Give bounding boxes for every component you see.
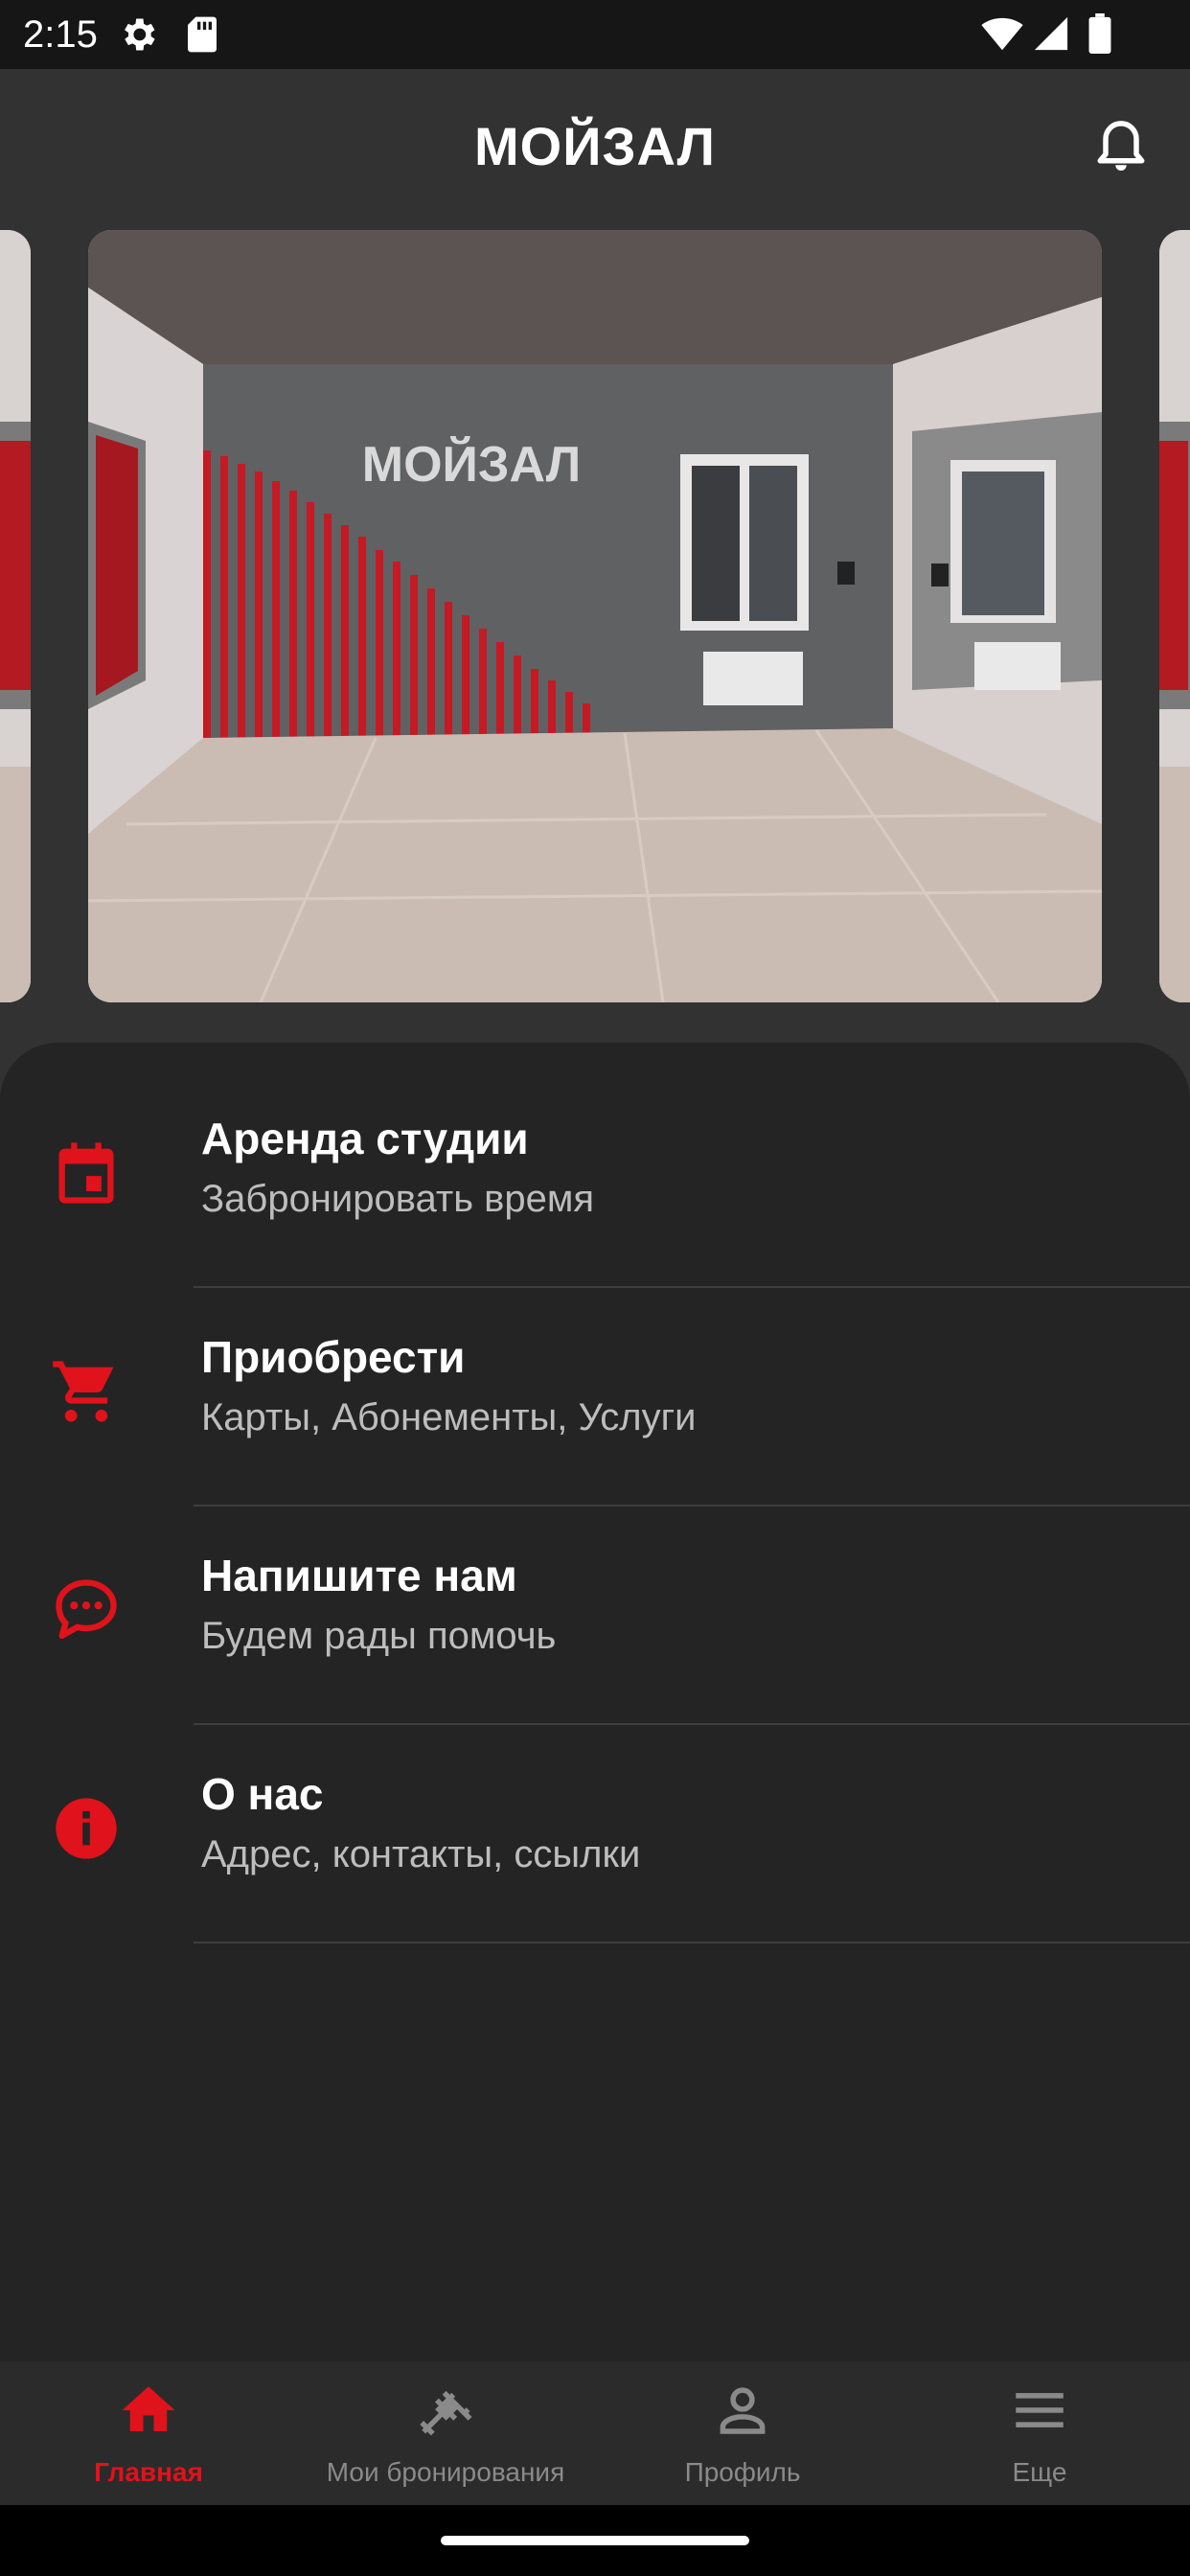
wifi-icon: [981, 17, 1023, 51]
nav-item-home[interactable]: Главная: [0, 2361, 297, 2505]
chat-icon: [56, 1579, 117, 1640]
menu-divider: [194, 1723, 1190, 1725]
menu-divider: [194, 1505, 1190, 1506]
main-menu-sheet: Аренда студии Забронировать время Приобр…: [0, 1043, 1190, 2361]
gesture-bar-area: [0, 2505, 1190, 2576]
sd-card-icon: [188, 16, 217, 53]
battery-icon: [1088, 13, 1111, 54]
gear-icon: [125, 18, 155, 51]
menu-item-studio-rental[interactable]: Аренда студии Забронировать время: [0, 1089, 1190, 1307]
menu-divider: [194, 1942, 1190, 1944]
studio-image-carousel[interactable]: МОЙЗАЛ: [0, 230, 1190, 1002]
bell-icon[interactable]: [1094, 117, 1148, 178]
signal-icon: [1034, 16, 1068, 51]
menu-item-subtitle: Забронировать время: [201, 1178, 595, 1220]
nav-item-my-bookings[interactable]: Мои бронирования: [297, 2361, 594, 2505]
carousel-slide-next[interactable]: [1159, 230, 1190, 1002]
nav-label: Профиль: [684, 2457, 801, 2487]
menu-item-title: Аренда студии: [201, 1114, 529, 1163]
menu-item-subtitle: Адрес, контакты, ссылки: [201, 1833, 641, 1875]
bottom-navigation: Главная Мои бронирования Профиль Еще: [0, 2361, 1190, 2505]
app-screen: 2:15 МОЙЗАЛ МОЙЗАЛ Аренда студии Заброни…: [0, 0, 1190, 2576]
carousel-slide-previous[interactable]: [0, 230, 31, 1002]
menu-item-write-us[interactable]: Напишите нам Будем рады помочь: [0, 1526, 1190, 1744]
person-icon: [720, 2387, 766, 2434]
info-icon: [56, 1798, 117, 1859]
wall-logo-text: МОЙЗАЛ: [362, 436, 581, 493]
calendar-icon: [58, 1142, 114, 1204]
menu-item-subtitle: Карты, Абонементы, Услуги: [201, 1396, 697, 1438]
status-bar: 2:15: [0, 0, 1190, 69]
menu-icon: [1016, 2393, 1064, 2427]
app-title: МОЙЗАЛ: [474, 116, 716, 176]
carousel-slide-studio-photo[interactable]: МОЙЗАЛ: [88, 230, 1102, 1002]
menu-item-purchase[interactable]: Приобрести Карты, Абонементы, Услуги: [0, 1307, 1190, 1526]
dumbbell-icon: [420, 2390, 472, 2436]
nav-label: Еще: [1012, 2457, 1067, 2487]
menu-item-subtitle: Будем рады помочь: [201, 1615, 557, 1657]
nav-item-more[interactable]: Еще: [891, 2361, 1188, 2505]
menu-divider: [194, 1286, 1190, 1288]
menu-item-title: Напишите нам: [201, 1551, 517, 1600]
nav-item-profile[interactable]: Профиль: [594, 2361, 891, 2505]
menu-item-title: Приобрести: [201, 1332, 466, 1382]
status-time: 2:15: [23, 13, 98, 56]
nav-label: Мои бронирования: [326, 2457, 565, 2487]
app-bar: МОЙЗАЛ: [0, 69, 1190, 232]
menu-item-title: О нас: [201, 1769, 324, 1819]
nav-label: Главная: [94, 2457, 203, 2487]
cart-icon: [53, 1361, 114, 1422]
menu-item-about[interactable]: О нас Адрес, контакты, ссылки: [0, 1744, 1190, 1963]
home-gesture-handle[interactable]: [441, 2536, 749, 2545]
home-icon: [122, 2386, 175, 2431]
